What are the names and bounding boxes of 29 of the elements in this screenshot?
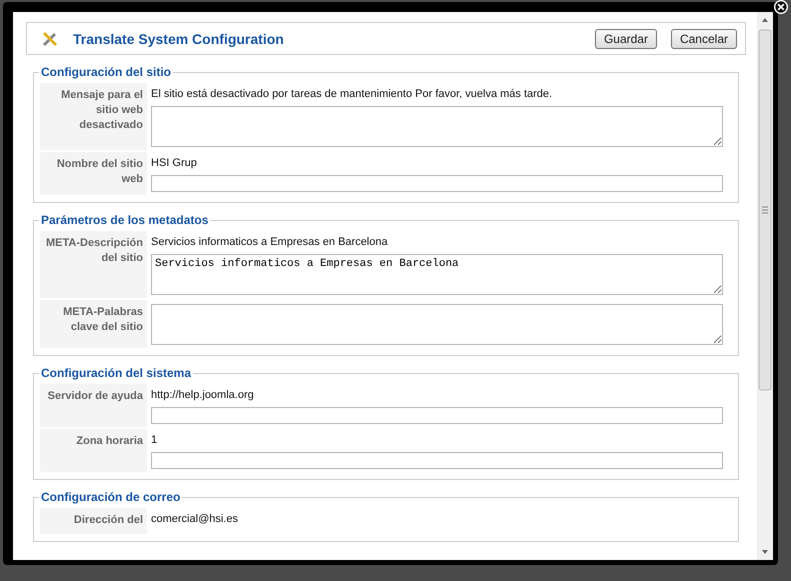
text-area[interactable] bbox=[151, 106, 723, 147]
section-title: Configuración del sitio bbox=[40, 65, 172, 79]
input-field[interactable] bbox=[151, 452, 723, 469]
field-label: Zona horaria bbox=[40, 429, 147, 472]
close-icon[interactable] bbox=[771, 0, 791, 14]
field-label: Dirección del bbox=[40, 508, 147, 534]
text-area[interactable]: Servicios informaticos a Empresas en Barcelona bbox=[151, 254, 723, 295]
page-title: Translate System Configuration bbox=[73, 30, 285, 46]
field-label: META-Palabras clave del sitio bbox=[40, 300, 147, 348]
text-area[interactable] bbox=[151, 304, 723, 345]
field-label: Servidor de ayuda bbox=[40, 384, 147, 427]
current-value: HSI Grup bbox=[151, 156, 198, 170]
current-value: comercial@hsi.es bbox=[151, 512, 239, 526]
scrollbar[interactable] bbox=[757, 12, 773, 560]
section-title: Configuración de correo bbox=[40, 490, 182, 504]
tools-icon bbox=[41, 30, 59, 48]
current-value: El sitio está desactivado por tareas de mantenimiento Por favor, vuelva más tarde. bbox=[151, 87, 554, 101]
section-title: Configuración del sistema bbox=[40, 366, 192, 380]
save-button[interactable]: Guardar bbox=[594, 28, 657, 48]
current-value: Servicios informaticos a Empresas en Barcelona bbox=[151, 235, 389, 249]
current-value: 1 bbox=[151, 433, 158, 447]
field-label: Nombre del sitio web bbox=[40, 152, 147, 195]
field-label: META-Descripción del sitio bbox=[40, 231, 147, 298]
input-field[interactable] bbox=[151, 407, 723, 424]
field-label: Mensaje para el sitio web desactivado bbox=[40, 83, 147, 150]
cancel-button[interactable]: Cancelar bbox=[670, 28, 737, 48]
section-title: Parámetros de los metadatos bbox=[40, 213, 210, 227]
input-field[interactable] bbox=[151, 175, 723, 192]
current-value: http://help.joomla.org bbox=[151, 388, 255, 402]
